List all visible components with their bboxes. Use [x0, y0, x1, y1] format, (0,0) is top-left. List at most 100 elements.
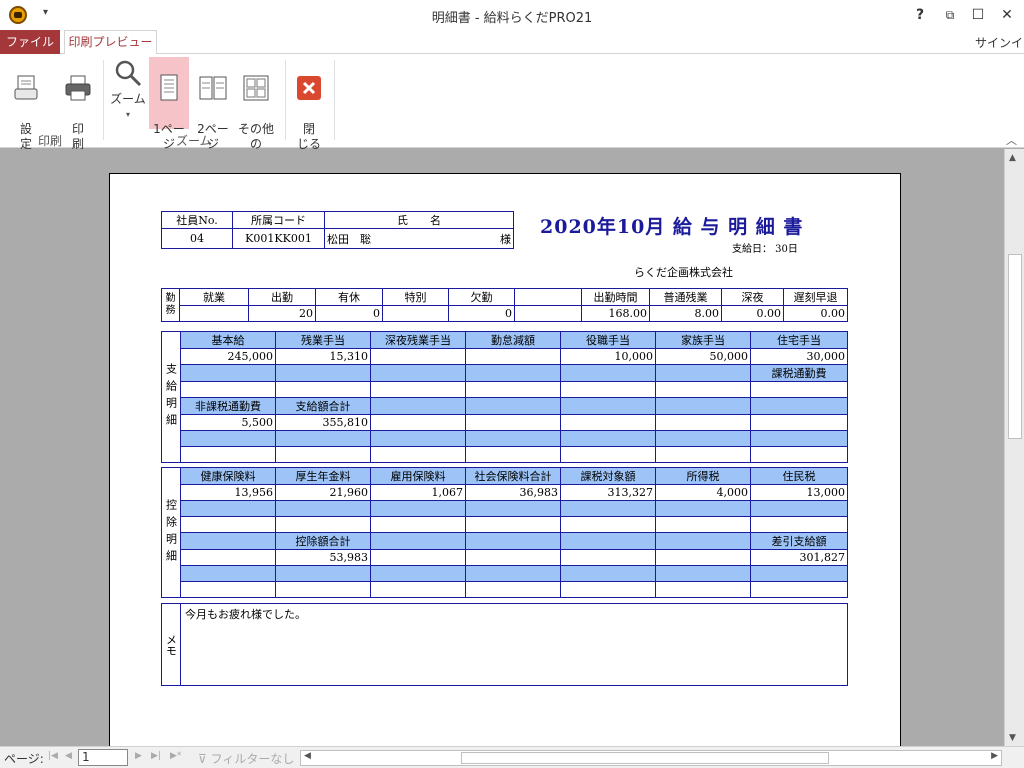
first-page-icon[interactable]: |◀: [48, 751, 58, 761]
deduction-label-cell: [560, 500, 656, 517]
attendance-header-cell: 就業: [179, 288, 249, 306]
zoom-dropdown-icon: ▾: [125, 110, 130, 119]
deduction-value-cell: [275, 516, 371, 533]
payment-value-cell: [370, 414, 466, 431]
scroll-right-icon[interactable]: ▶: [991, 751, 998, 761]
payment-value-cell: 15,310: [275, 348, 371, 365]
payment-value-cell: 355,810: [275, 414, 371, 431]
scroll-left-icon[interactable]: ◀: [304, 751, 311, 761]
page-number-input[interactable]: 1: [78, 749, 128, 766]
attendance-value-cell: 0.00: [721, 305, 784, 322]
payment-value-row: [162, 446, 848, 463]
payment-label-cell: 役職手当: [560, 331, 656, 349]
two-pages-icon: [199, 76, 227, 100]
payment-label-cell: [560, 430, 656, 447]
deduction-value-cell: [370, 581, 466, 598]
deduction-label-cell: [750, 500, 848, 517]
attendance-header-cell: 特別: [382, 288, 449, 306]
maximize-button[interactable]: ☐: [967, 4, 989, 26]
memo-box: メモ 今月もお疲れ様でした。: [161, 603, 848, 686]
tab-file[interactable]: ファイル: [0, 30, 60, 54]
deduction-value-cell: 1,067: [370, 484, 466, 501]
name-label: 氏 名: [324, 211, 514, 229]
record-navigation-bar: ページ: |◀ ◀ 1 ▶ ▶| ▶* ⊽ フィルターなし ◀ ▶: [0, 746, 1024, 768]
one-page-button[interactable]: 1ペー ジ: [149, 57, 189, 151]
filter-icon: ⊽: [198, 752, 207, 766]
new-record-icon[interactable]: ▶*: [170, 751, 181, 761]
deduction-value-cell: [465, 516, 561, 533]
payment-value-cell: [180, 381, 276, 398]
group-divider: [285, 60, 286, 140]
deduction-value-cell: [370, 516, 466, 533]
prev-page-icon[interactable]: ◀: [65, 751, 72, 761]
deduction-label-cell: [560, 565, 656, 582]
printer-icon: [65, 75, 91, 101]
deduction-value-cell: [750, 516, 848, 533]
payment-value-cell: [750, 381, 848, 398]
deduction-value-cell: 21,960: [275, 484, 371, 501]
deduction-value-row: 13,956 21,960 1,067 36,983 313,327 4,000 13,00…: [162, 484, 848, 501]
vertical-scrollbar[interactable]: ▲ ▼: [1004, 149, 1024, 746]
last-page-icon[interactable]: ▶|: [151, 751, 161, 761]
payment-value-cell: [465, 381, 561, 398]
magnifier-icon: [115, 60, 142, 87]
deduction-label-cell: [180, 565, 276, 582]
deduction-label-cell: [560, 532, 656, 550]
deduction-label-cell: [655, 532, 751, 550]
deduction-label-cell: [180, 500, 276, 517]
deduction-label-cell: [655, 500, 751, 517]
deduction-label-cell: [275, 500, 371, 517]
collapse-ribbon-icon[interactable]: ︿: [1006, 132, 1017, 148]
vertical-scroll-thumb[interactable]: [1008, 254, 1022, 439]
zoom-button[interactable]: ズーム ▾: [108, 58, 148, 122]
attendance-header-cell: 出勤時間: [581, 288, 650, 306]
deduction-label-cell: [465, 532, 561, 550]
deduction-label-cell: 健康保険料: [180, 467, 276, 485]
deduction-label-cell: 住民税: [750, 467, 848, 485]
deduction-label-cell: [370, 500, 466, 517]
deduction-value-row: [162, 581, 848, 598]
next-page-icon[interactable]: ▶: [135, 751, 142, 761]
payment-label-cell: 基本給: [180, 331, 276, 349]
payment-value-cell: [655, 414, 751, 431]
scroll-up-icon[interactable]: ▲: [1009, 153, 1016, 163]
payment-label-cell: [180, 364, 276, 382]
payment-label-cell: 勤怠減額: [465, 331, 561, 349]
horizontal-scroll-thumb[interactable]: [461, 752, 829, 764]
filter-status[interactable]: ⊽ フィルターなし: [198, 750, 294, 767]
deduction-value-cell: 301,827: [750, 549, 848, 566]
ribbon-tab-bar: ファイル 印刷プレビュー サインイン: [0, 30, 1024, 67]
payment-label-row: 支給明細 基本給 残業手当 深夜残業手当 勤怠減額 役職手当 家族手当 住宅手当: [161, 331, 848, 463]
deduction-value-cell: [655, 549, 751, 566]
attendance-value-cell: [179, 305, 249, 322]
deduction-label-row: 控除明細 健康保険料 厚生年金料 雇用保険料 社会保険料合計 課税対象額 所得税 住民税: [161, 467, 848, 598]
employee-header-box: 社員No. 所属コード 氏 名 04 K001KK001 松田 聡 様: [161, 211, 514, 249]
memo-text: 今月もお疲れ様でした。: [180, 603, 848, 686]
tab-print-preview[interactable]: 印刷プレビュー: [64, 30, 157, 55]
payment-value-cell: 30,000: [750, 348, 848, 365]
payment-label-cell: [275, 430, 371, 447]
multiple-pages-icon: [243, 75, 269, 101]
payment-label-cell: 家族手当: [655, 331, 751, 349]
deduction-table: 控除明細 健康保険料 厚生年金料 雇用保険料 社会保険料合計 課税対象額 所得税 住民税 13,…: [161, 467, 848, 598]
payment-label-cell: [370, 430, 466, 447]
deduction-value-row: [162, 516, 848, 533]
zoom-label: ズーム: [110, 92, 146, 106]
deduction-label-cell: [370, 532, 466, 550]
help-button[interactable]: ?: [909, 4, 931, 26]
ribbon-display-options-button[interactable]: ⧉: [939, 4, 961, 26]
attendance-value-cell: 168.00: [581, 305, 650, 322]
print-label: 印 刷: [71, 122, 84, 151]
close-window-button[interactable]: ✕: [996, 4, 1018, 26]
payment-value-cell: [560, 446, 656, 463]
print-button[interactable]: 印 刷: [60, 58, 96, 152]
payment-value-cell: [560, 381, 656, 398]
scroll-down-icon[interactable]: ▼: [1009, 733, 1016, 743]
deduction-label-cell: 厚生年金料: [275, 467, 371, 485]
deduction-value-cell: [750, 581, 848, 598]
horizontal-scrollbar[interactable]: ◀ ▶: [300, 750, 1002, 766]
close-preview-button[interactable]: 閉 じる: [292, 58, 326, 152]
deduction-side-label: 控除明細: [161, 467, 181, 598]
deduction-value-cell: 313,327: [560, 484, 656, 501]
attendance-value-cell: [382, 305, 449, 322]
